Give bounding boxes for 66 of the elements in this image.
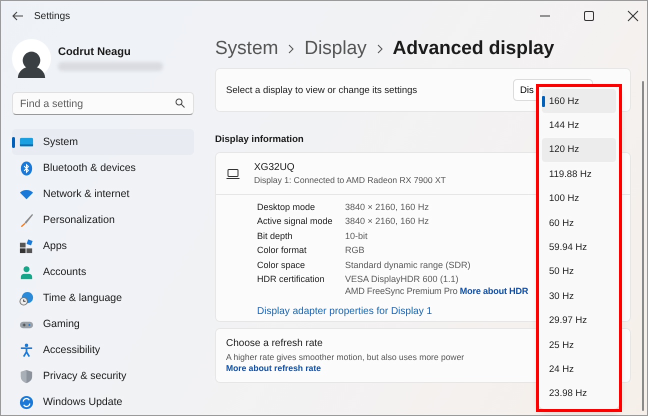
search-icon[interactable] xyxy=(175,98,185,108)
dropdown-option[interactable]: 25 Hz xyxy=(542,332,616,358)
refresh-rate-description: A higher rate gives smoother motion, but also uses more power More about refresh rate xyxy=(226,352,466,374)
dropdown-option[interactable]: 60 Hz xyxy=(542,210,616,236)
refresh-rate-link[interactable]: More about refresh rate xyxy=(226,362,321,373)
info-value: 10-bit xyxy=(345,230,368,241)
accessibility-icon xyxy=(19,342,34,358)
sidebar-item[interactable]: Accounts xyxy=(12,259,194,285)
connection-info: Display 1: Connected to AMD Radeon RX 7900 XT xyxy=(254,175,446,185)
dropdown-option[interactable]: 50 Hz xyxy=(542,260,616,284)
info-value: AMD FreeSync Premium Pro xyxy=(345,286,458,296)
chevron-icon xyxy=(287,44,296,54)
chevron-icon xyxy=(376,44,384,54)
setting-label: Select a display to view or change its settings xyxy=(226,84,418,96)
info-label: HDR certification xyxy=(257,274,325,286)
sidebar-item[interactable]: Personalization xyxy=(12,207,194,233)
dropdown-option[interactable]: 144 Hz xyxy=(542,113,616,138)
update-icon xyxy=(19,394,34,410)
avatar xyxy=(12,39,51,78)
info-label: Color space xyxy=(257,260,306,270)
dropdown-option[interactable]: 59.94 Hz xyxy=(542,235,616,260)
back-arrow-icon[interactable] xyxy=(11,9,25,23)
laptop-icon xyxy=(226,168,240,180)
breadcrumb-item[interactable]: System xyxy=(215,38,278,60)
sidebar-item[interactable]: Accessibility xyxy=(12,337,194,363)
sidebar-item[interactable]: Gaming xyxy=(12,311,194,337)
breadcrumb-item: Advanced display xyxy=(392,38,554,60)
sidebar-item[interactable]: Windows Update xyxy=(12,389,194,415)
info-value: VESA DisplayHDR 600 (1.1) xyxy=(345,274,460,284)
search-field[interactable]: Find a setting xyxy=(12,92,194,115)
apps-icon xyxy=(19,238,34,254)
sidebar-item[interactable]: Privacy & security xyxy=(12,363,194,389)
info-value: Standard dynamic range (SDR) xyxy=(345,260,471,270)
dropdown-option[interactable]: 24 Hz xyxy=(542,357,616,382)
globe-clock-icon xyxy=(19,290,34,306)
info-value: 3840 × 2160, 160 Hz xyxy=(345,202,429,212)
bluetooth-icon xyxy=(19,160,34,176)
dropdown-option[interactable]: 119.88 Hz xyxy=(542,162,616,187)
sidebar-item[interactable]: Network & internet xyxy=(12,181,194,207)
shield-icon xyxy=(19,368,34,384)
info-value: RGB xyxy=(345,245,365,256)
section-heading: Display information xyxy=(215,134,305,145)
close-icon[interactable] xyxy=(627,10,639,22)
dropdown-option[interactable]: 160 Hz xyxy=(542,89,616,114)
hdr-link[interactable]: More about HDR xyxy=(460,286,528,296)
sidebar-item[interactable]: System xyxy=(12,129,194,155)
brush-icon xyxy=(19,212,34,228)
breadcrumb-item[interactable]: Display xyxy=(304,38,367,60)
info-label: Desktop mode xyxy=(257,202,316,212)
dropdown-option[interactable]: 120 Hz xyxy=(542,138,616,162)
sidebar-item[interactable]: Time & language xyxy=(12,285,194,311)
refresh-rate-title: Choose a refresh rate xyxy=(226,338,323,349)
scrollbar[interactable] xyxy=(642,81,644,411)
info-value: 3840 × 2160, 160 Hz xyxy=(345,216,429,226)
sidebar-item[interactable]: Apps xyxy=(12,233,194,259)
window-title: Settings xyxy=(34,10,70,22)
user-name: Codrut Neagu xyxy=(58,46,132,58)
info-label: Active signal mode xyxy=(257,216,333,226)
sidebar-item[interactable]: Bluetooth & devices xyxy=(12,155,194,181)
dropdown-option[interactable]: 23.98 Hz xyxy=(542,382,616,406)
monitor-name: XG32UQ xyxy=(254,162,296,173)
maximize-icon[interactable] xyxy=(583,10,595,22)
info-label: Color format xyxy=(257,245,307,256)
dropdown-option[interactable]: 100 Hz xyxy=(542,186,616,211)
person-icon xyxy=(19,264,34,280)
info-label: Bit depth xyxy=(257,230,293,241)
